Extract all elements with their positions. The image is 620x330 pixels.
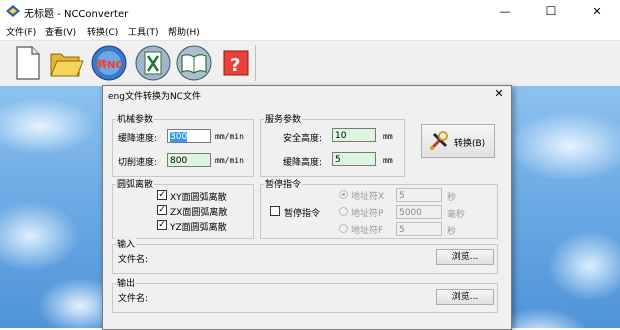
cut-speed-label: 切削速度: [118, 158, 158, 168]
addr-p-unit: 毫秒 [447, 210, 466, 220]
convert-tools-icon [429, 131, 448, 151]
app-icon [6, 5, 20, 17]
menu-help[interactable]: 帮助(H) [168, 25, 200, 38]
new-file-icon[interactable] [10, 44, 46, 82]
yz-arc-label: YZ面圆弧离散 [170, 223, 227, 233]
arc-discrete-label: 圆弧离散 [116, 177, 155, 190]
cut-speed-unit: mm/min [215, 156, 244, 165]
toolbar: 转NC ? [0, 40, 620, 86]
pause-checkbox[interactable] [270, 206, 280, 216]
slow-height-input[interactable]: 5 [332, 152, 376, 166]
minimize-button[interactable]: — [482, 0, 528, 23]
window-title: 无标题 - NCConverter [24, 9, 129, 20]
safe-height-label: 安全高度: [283, 134, 323, 144]
output-browse-button[interactable]: 浏览... [436, 289, 494, 305]
cut-speed-input[interactable]: 800 [167, 153, 211, 167]
output-file-label: 文件名: [118, 294, 149, 304]
convert-dialog: eng文件转换为NC文件 ✕ 机械参数 缓降速度: 300 mm/min 切削速… [102, 85, 512, 330]
maximize-button[interactable]: ☐ [528, 0, 574, 23]
zx-arc-checkbox[interactable]: ✓ [157, 205, 167, 215]
pause-group-label: 暂停指令 [264, 177, 303, 190]
input-browse-button[interactable]: 浏览... [436, 249, 494, 265]
input-file-label: 文件名: [118, 255, 149, 265]
yz-arc-checkbox[interactable]: ✓ [157, 220, 167, 230]
safe-height-input[interactable]: 10 [332, 128, 376, 142]
addr-p-input[interactable]: 5000 [396, 205, 442, 219]
addr-f-unit: 秒 [447, 227, 457, 237]
addr-x-radio[interactable] [339, 190, 348, 199]
title-bar: 无标题 - NCConverter — ☐ ✕ [0, 0, 620, 23]
menu-file[interactable]: 文件(F) [6, 25, 36, 38]
dialog-title: eng文件转换为NC文件 [108, 92, 201, 102]
convert-button[interactable]: 转换(B) [421, 124, 495, 158]
book-icon[interactable] [174, 44, 214, 82]
menu-view[interactable]: 查看(V) [45, 25, 76, 38]
input-group-label: 输入 [116, 237, 137, 250]
pause-checkbox-label: 暂停指令 [284, 209, 321, 219]
menu-bar: 文件(F) 查看(V) 转换(C) 工具(T) 帮助(H) [0, 23, 620, 40]
help-icon-text: ? [230, 55, 240, 76]
convert-icon-text: 转NC [97, 58, 123, 71]
feed-speed-value: 300 [170, 132, 188, 142]
menu-tools[interactable]: 工具(T) [128, 25, 159, 38]
xy-arc-checkbox[interactable]: ✓ [157, 190, 167, 200]
machine-params-label: 机械参数 [116, 112, 155, 125]
addr-f-input[interactable]: 5 [396, 222, 442, 236]
feed-speed-input[interactable]: 300 [167, 129, 211, 143]
slow-height-label: 缓降高度: [283, 158, 323, 168]
addr-p-label: 地址符P [351, 209, 384, 219]
xy-arc-label: XY面圆弧离散 [170, 193, 227, 203]
output-group-label: 输出 [116, 276, 137, 289]
addr-p-radio[interactable] [339, 207, 348, 216]
menu-convert[interactable]: 转换(C) [87, 25, 118, 38]
convert-nc-icon[interactable]: 转NC [88, 44, 130, 82]
close-button[interactable]: ✕ [574, 0, 620, 23]
addr-x-label: 地址符X [351, 192, 385, 202]
feed-speed-label: 缓降速度: [118, 134, 158, 144]
feed-speed-unit: mm/min [215, 132, 244, 141]
toolbar-separator [255, 45, 256, 81]
service-params-label: 服务参数 [264, 112, 303, 125]
addr-x-input[interactable]: 5 [396, 188, 442, 202]
addr-f-radio[interactable] [339, 224, 348, 233]
help-icon[interactable]: ? [220, 44, 252, 82]
machine-params-group [112, 119, 254, 177]
addr-f-label: 地址符F [351, 226, 384, 236]
safe-height-unit: mm [383, 132, 393, 141]
convert-button-label: 转换(B) [454, 139, 486, 149]
addr-x-unit: 秒 [447, 193, 457, 203]
open-folder-icon[interactable] [48, 44, 84, 82]
slow-height-unit: mm [383, 156, 393, 165]
excel-icon[interactable] [134, 44, 172, 82]
dialog-close-button[interactable]: ✕ [489, 86, 509, 102]
zx-arc-label: ZX面圆弧离散 [170, 208, 228, 218]
